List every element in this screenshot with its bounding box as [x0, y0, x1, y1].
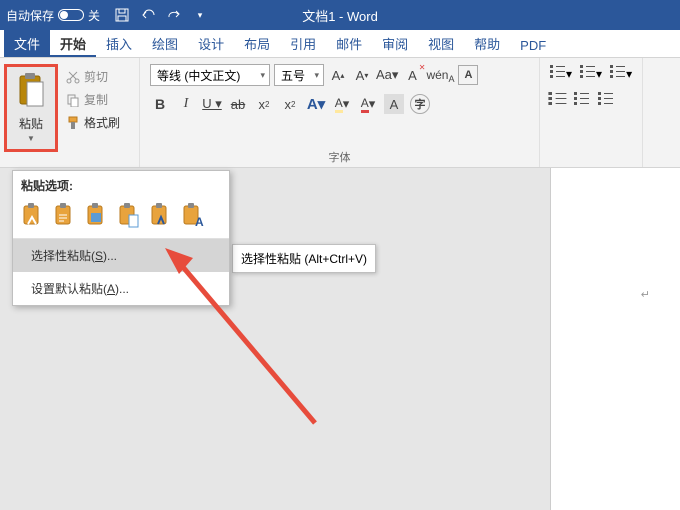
tab-layout[interactable]: 布局: [234, 29, 280, 57]
copy-label: 复制: [84, 91, 108, 108]
phonetic-guide-button[interactable]: wénA: [426, 65, 454, 85]
quick-access-toolbar: ▾: [114, 7, 208, 23]
align-right-button[interactable]: [598, 91, 614, 108]
paste-text-only-icon[interactable]: A: [181, 202, 205, 230]
font-color-button[interactable]: A▾: [358, 94, 378, 114]
clipboard-group: 粘贴 ▼ 剪切 复制 格式刷: [0, 58, 140, 167]
tab-pdf[interactable]: PDF: [510, 33, 556, 57]
bold-button[interactable]: B: [150, 94, 170, 114]
ribbon: 粘贴 ▼ 剪切 复制 格式刷 等线 (中文正文) 五号 A▴ A▾ Aa▾: [0, 58, 680, 168]
save-icon[interactable]: [114, 7, 130, 23]
paste-options-row: A: [13, 198, 229, 238]
autosave-state: 关: [88, 7, 100, 24]
tab-design[interactable]: 设计: [188, 29, 234, 57]
font-group-label: 字体: [150, 147, 529, 165]
paste-merge-format-icon[interactable]: [53, 202, 77, 230]
align-center-button[interactable]: [574, 91, 590, 108]
change-case-button[interactable]: Aa▾: [376, 65, 398, 85]
paste-keep-text-icon[interactable]: [117, 202, 141, 230]
svg-text:A: A: [195, 215, 204, 229]
shrink-font-button[interactable]: A▾: [352, 65, 372, 85]
superscript-button[interactable]: x2: [280, 94, 300, 114]
tab-insert[interactable]: 插入: [96, 29, 142, 57]
align-left-button[interactable]: [550, 91, 566, 108]
grow-font-button[interactable]: A▴: [328, 65, 348, 85]
paste-options-header: 粘贴选项:: [13, 171, 229, 198]
undo-icon[interactable]: [140, 7, 156, 23]
tab-file[interactable]: 文件: [4, 29, 50, 57]
format-painter-label: 格式刷: [84, 114, 120, 131]
toggle-icon: [58, 9, 84, 21]
bullets-button[interactable]: ▾: [550, 64, 572, 81]
font-size-select[interactable]: 五号: [274, 64, 324, 86]
document-title: 文档1 - Word: [302, 6, 378, 25]
tab-view[interactable]: 视图: [418, 29, 464, 57]
tab-mailings[interactable]: 邮件: [326, 29, 372, 57]
multilevel-icon: [610, 64, 626, 78]
multilevel-button[interactable]: ▾: [610, 64, 632, 81]
autosave-label: 自动保存: [6, 7, 54, 24]
title-bar: 自动保存 关 ▾ 文档1 - Word: [0, 0, 680, 30]
paragraph-mark: ↵: [641, 288, 650, 301]
tab-review[interactable]: 审阅: [372, 29, 418, 57]
numbering-button[interactable]: ▾: [580, 64, 602, 81]
numbering-icon: [580, 64, 596, 78]
tab-references[interactable]: 引用: [280, 29, 326, 57]
qat-more-icon[interactable]: ▾: [192, 7, 208, 23]
tab-help[interactable]: 帮助: [464, 29, 510, 57]
text-effects-button[interactable]: A▾: [306, 94, 326, 114]
format-painter-button[interactable]: 格式刷: [66, 114, 120, 131]
brush-icon: [66, 116, 80, 130]
clipboard-icon: [16, 73, 46, 109]
cut-label: 剪切: [84, 68, 108, 85]
document-canvas[interactable]: ↵: [550, 168, 680, 510]
font-name-select[interactable]: 等线 (中文正文): [150, 64, 270, 86]
align-left-icon: [548, 91, 567, 105]
paste-label: 粘贴: [19, 115, 43, 132]
autosave-toggle[interactable]: 自动保存 关: [6, 7, 100, 24]
font-group: 等线 (中文正文) 五号 A▴ A▾ Aa▾ A✕ wénA A B I U ▾…: [140, 58, 540, 167]
tab-draw[interactable]: 绘图: [142, 29, 188, 57]
underline-button[interactable]: U ▾: [202, 94, 222, 114]
tab-home[interactable]: 开始: [50, 29, 96, 57]
strikethrough-button[interactable]: ab: [228, 94, 248, 114]
copy-icon: [66, 93, 80, 107]
bullets-icon: [550, 64, 566, 78]
align-center-icon: [574, 91, 590, 105]
char-shading-button[interactable]: A: [384, 94, 404, 114]
paragraph-group: ▾ ▾ ▾: [540, 58, 643, 167]
highlight-button[interactable]: A▾: [332, 94, 352, 114]
clear-format-button[interactable]: A✕: [402, 65, 422, 85]
paste-link-icon[interactable]: [149, 202, 173, 230]
subscript-button[interactable]: x2: [254, 94, 274, 114]
set-default-paste-item[interactable]: 设置默认粘贴(A)...: [13, 272, 229, 305]
scissors-icon: [66, 70, 80, 84]
enclose-char-button[interactable]: 字: [410, 94, 430, 114]
tooltip: 选择性粘贴 (Alt+Ctrl+V): [232, 244, 376, 273]
paste-button[interactable]: 粘贴 ▼: [4, 64, 58, 152]
paste-dropdown: 粘贴选项: A 选择性粘贴(S)... 设置默认粘贴(A)...: [12, 170, 230, 306]
italic-button[interactable]: I: [176, 94, 196, 114]
paste-special-item[interactable]: 选择性粘贴(S)...: [13, 239, 229, 272]
paste-picture-icon[interactable]: [85, 202, 109, 230]
paste-keep-source-icon[interactable]: [21, 202, 45, 230]
char-border-button[interactable]: A: [458, 65, 478, 85]
align-right-icon: [598, 91, 614, 105]
redo-icon[interactable]: [166, 7, 182, 23]
copy-button[interactable]: 复制: [66, 91, 120, 108]
chevron-down-icon: ▼: [27, 134, 35, 143]
ribbon-tabs: 文件 开始 插入 绘图 设计 布局 引用 邮件 审阅 视图 帮助 PDF: [0, 30, 680, 58]
cut-button[interactable]: 剪切: [66, 68, 120, 85]
